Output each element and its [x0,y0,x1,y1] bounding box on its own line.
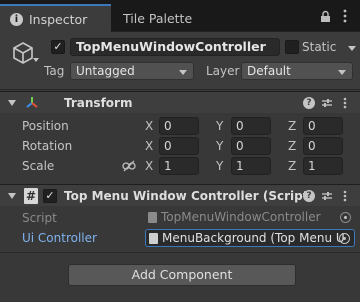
help-icon[interactable]: ? [302,188,316,204]
gameobject-cube-icon[interactable] [10,40,36,66]
axis-y-label[interactable]: Y [216,117,223,135]
gameobject-name-field[interactable]: TopMenuWindowController [70,38,280,56]
axis-x-label[interactable]: X [145,117,153,135]
constrain-proportions-link-icon[interactable] [122,160,136,172]
script-enabled-checkbox[interactable]: ✓ [43,189,57,203]
tag-label: Tag [44,64,65,78]
chevron-down-icon [338,70,346,75]
rotation-y-field[interactable]: 0 [231,137,271,155]
position-x-field[interactable]: 0 [159,117,199,135]
axis-z-label[interactable]: Z [288,137,296,155]
foldout-arrow-icon[interactable] [8,193,16,199]
tab-inspector[interactable]: i Inspector [0,4,111,32]
lock-icon[interactable] [318,8,332,24]
tag-value: Untagged [76,64,135,78]
ui-controller-label: Ui Controller [22,231,97,245]
scale-y-field[interactable]: 1 [231,157,271,175]
script-label: Script [22,211,57,225]
script-component-title: Top Menu Window Controller (Script) [64,189,314,203]
add-component-button[interactable]: Add Component [68,264,296,286]
script-reference-field: TopMenuWindowController [145,209,355,227]
chevron-down-icon [179,70,187,75]
axis-x-label[interactable]: X [145,157,153,175]
ui-controller-field[interactable]: MenuBackground (Top Menu U [145,229,355,247]
transform-title: Transform [64,96,133,110]
rotation-label: Rotation [22,139,73,153]
axis-z-label[interactable]: Z [288,117,296,135]
divider [0,252,360,253]
script-file-icon [148,212,157,223]
layer-label: Layer [206,64,240,78]
position-label: Position [22,119,69,133]
static-dropdown-caret[interactable] [348,46,356,51]
scale-x-field[interactable]: 1 [159,157,199,175]
rotation-x-field[interactable]: 0 [159,137,199,155]
script-reference-value: TopMenuWindowController [161,210,321,224]
layer-value: Default [247,64,291,78]
help-icon[interactable]: ? [302,95,316,111]
static-label: Static [302,40,337,54]
transform-header[interactable]: Transform ? [0,91,360,113]
info-icon: i [10,12,23,26]
gameobject-reference-icon [149,233,158,244]
more-options-icon[interactable] [338,95,352,111]
position-z-field[interactable]: 0 [303,117,343,135]
presets-icon[interactable] [320,95,334,111]
scale-label: Scale [22,159,55,173]
tab-tile-palette-label: Tile Palette [123,10,193,26]
layer-dropdown[interactable]: Default [241,62,353,80]
ui-controller-value: MenuBackground (Top Menu U [162,231,345,245]
gameobject-active-checkbox[interactable]: ✓ [51,40,65,54]
rotation-z-field[interactable]: 0 [303,137,343,155]
more-options-icon[interactable] [338,188,352,204]
tab-inspector-label: Inspector [29,11,88,27]
axis-z-label[interactable]: Z [288,157,296,175]
tab-tile-palette[interactable]: Tile Palette [117,4,192,32]
tab-bar: i Inspector Tile Palette [0,0,360,32]
icon-dropdown-caret[interactable] [33,58,39,62]
object-picker-icon[interactable] [339,233,350,244]
script-component-header[interactable]: # ✓ Top Menu Window Controller (Script) … [0,184,360,206]
gameobject-header: ✓ TopMenuWindowController Static Tag Unt… [0,32,360,90]
more-options-icon[interactable] [338,8,352,24]
position-y-field[interactable]: 0 [231,117,271,135]
presets-icon[interactable] [320,188,334,204]
axis-y-label[interactable]: Y [216,157,223,175]
object-picker-icon [340,212,351,223]
axis-y-label[interactable]: Y [216,137,223,155]
tag-dropdown[interactable]: Untagged [70,62,194,80]
transform-icon [24,95,40,111]
foldout-arrow-icon[interactable] [8,100,16,106]
scale-z-field[interactable]: 1 [303,157,343,175]
csharp-script-icon: # [24,188,38,204]
axis-x-label[interactable]: X [145,137,153,155]
static-checkbox[interactable] [285,40,299,54]
